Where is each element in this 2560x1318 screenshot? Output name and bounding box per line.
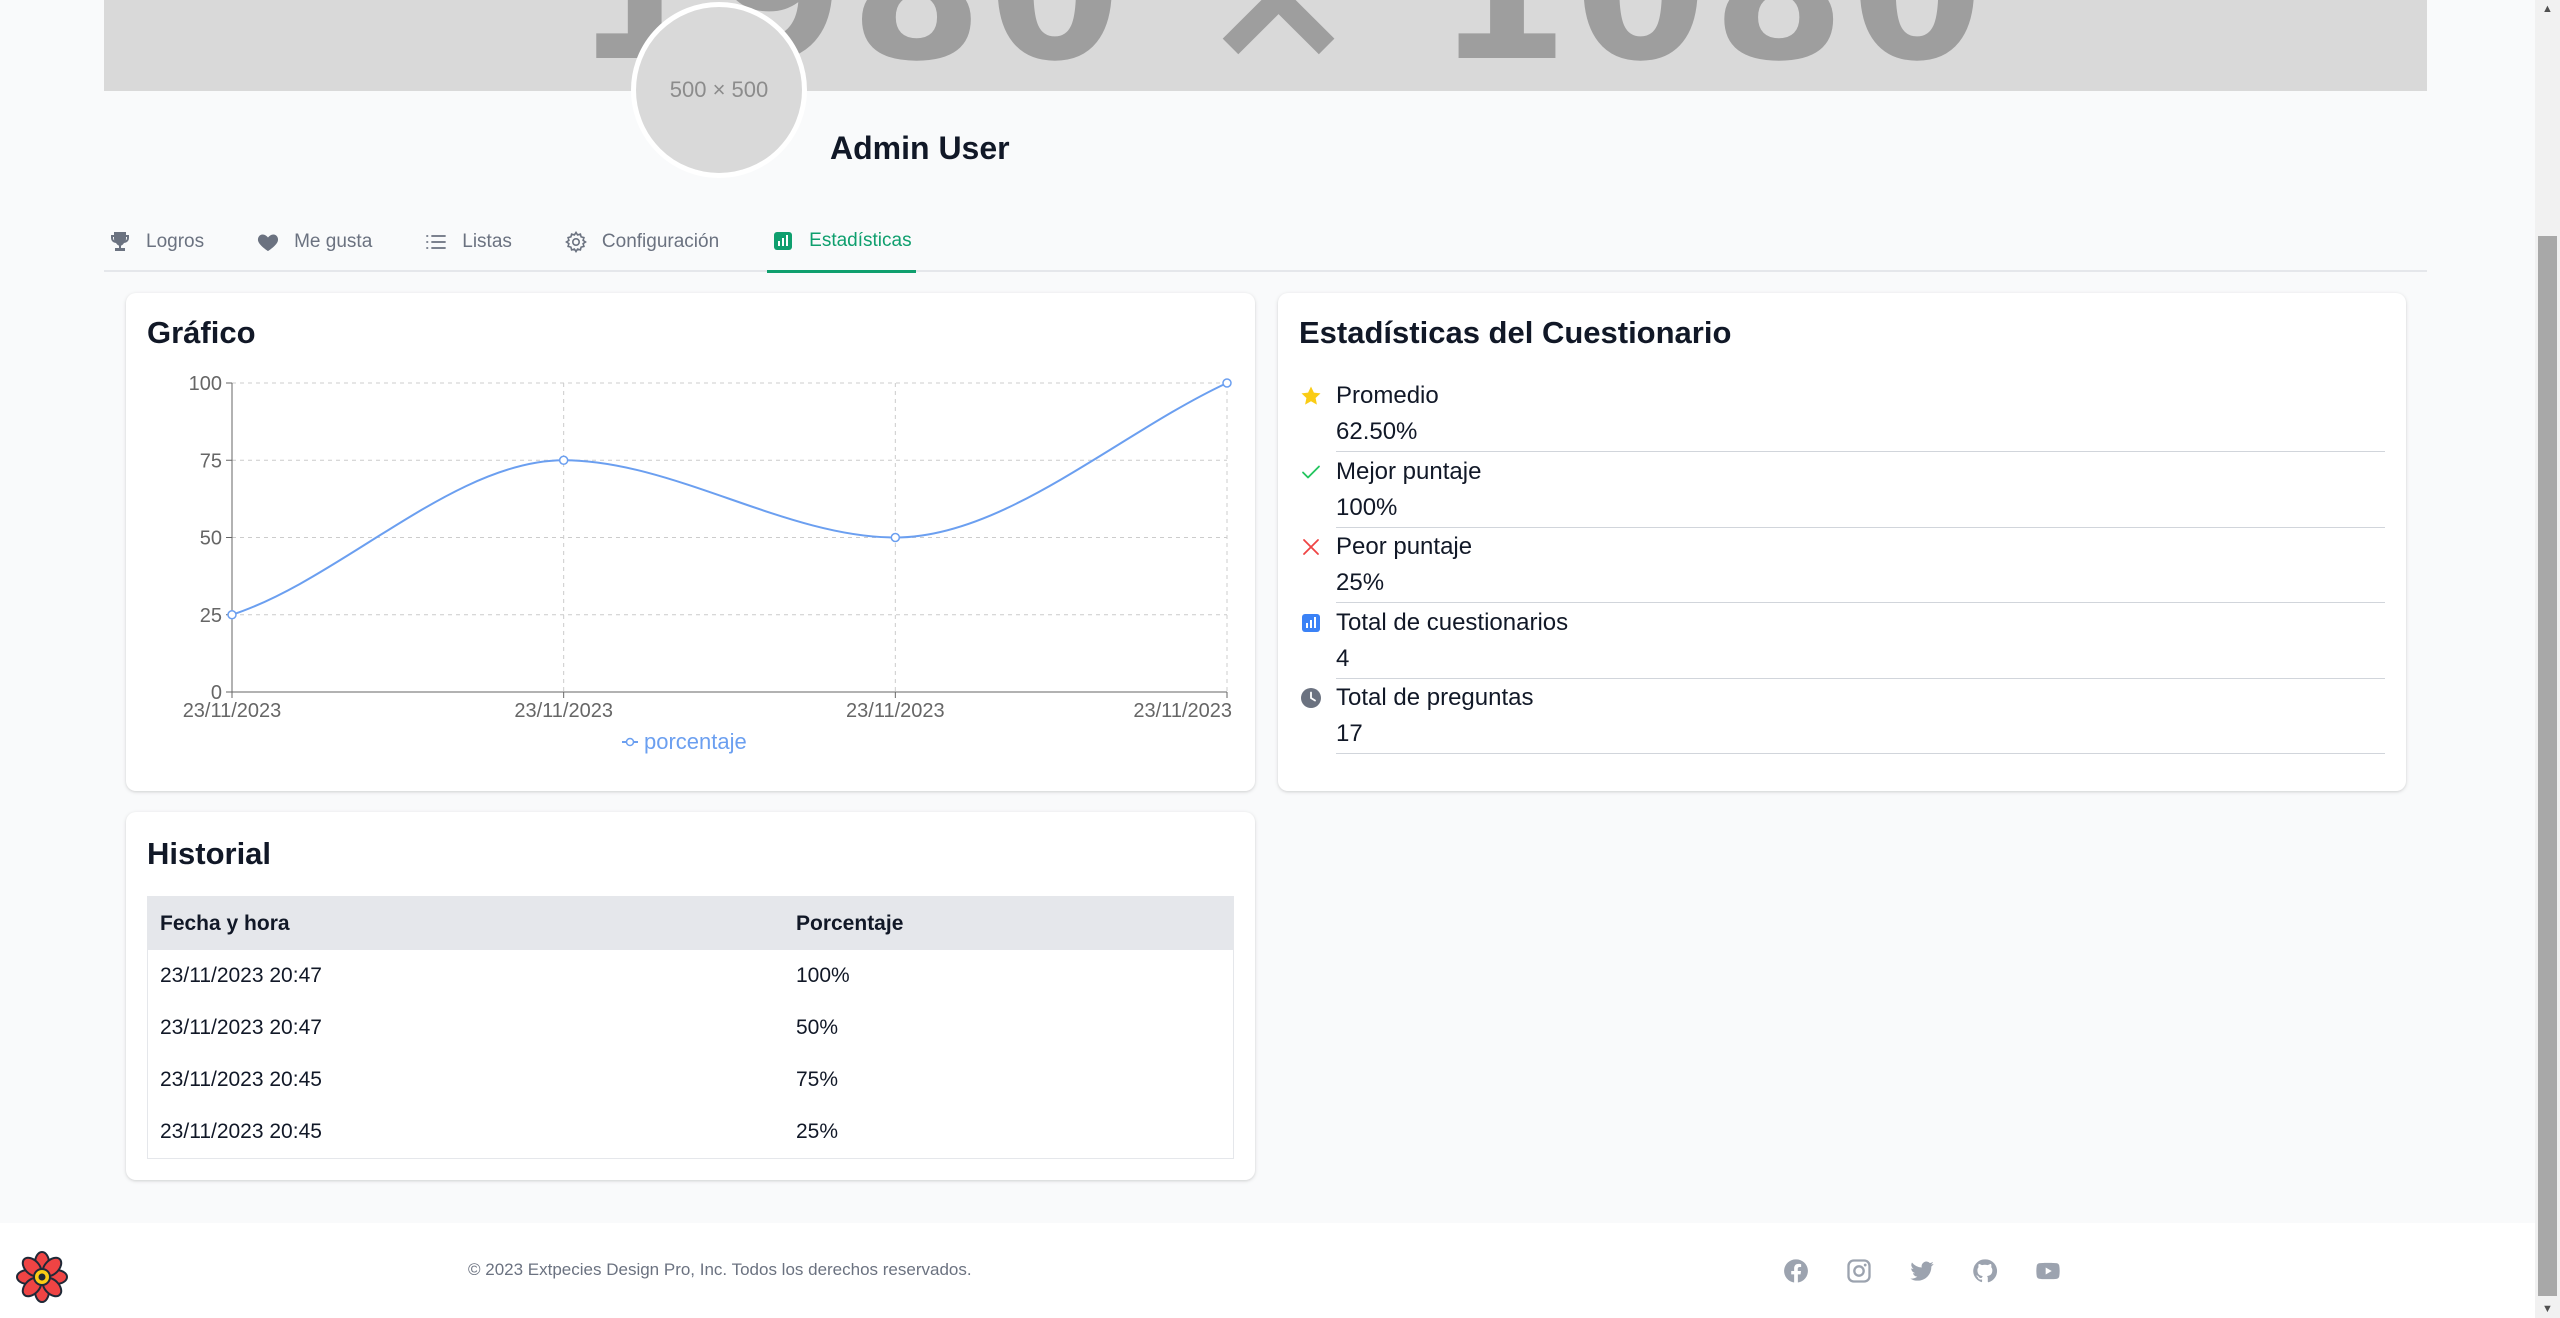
list-icon	[426, 235, 447, 249]
facebook-icon[interactable]	[1782, 1257, 1810, 1285]
stat-total-preguntas: Total de preguntas 17	[1299, 678, 2385, 754]
stat-label: Promedio	[1336, 382, 1439, 409]
x-tick-label: 23/11/2023	[1133, 700, 1232, 722]
stat-label: Total de preguntas	[1336, 684, 1534, 711]
cell-fecha: 23/11/2023 20:47	[160, 1016, 322, 1039]
stat-label: Mejor puntaje	[1336, 458, 1482, 485]
series-line	[231, 382, 1228, 616]
cell-porcentaje: 25%	[796, 1120, 839, 1143]
x-tick-label: 23/11/2023	[183, 700, 282, 722]
star-icon	[1301, 386, 1321, 405]
y-tick-label: 75	[200, 450, 222, 472]
stat-peor-puntaje: Peor puntaje 25%	[1299, 527, 2385, 603]
history-card: Historial Fecha y hora Porcentaje 23/11/…	[126, 812, 1255, 1180]
cell-porcentaje: 50%	[796, 1016, 839, 1039]
stat-label: Total de cuestionarios	[1336, 609, 1569, 636]
x-icon	[1303, 539, 1319, 555]
stat-total-cuestionarios: Total de cuestionarios 4	[1299, 603, 2385, 679]
y-tick-label: 50	[200, 528, 222, 550]
avatar-placeholder-text: 500 × 500	[669, 77, 769, 102]
profile-tabs: Logros Me gusta Listas Configuración Est…	[104, 212, 2427, 273]
chart-icon	[1302, 614, 1320, 632]
tab-label: Configuración	[601, 231, 720, 252]
x-tick-label: 23/11/2023	[514, 700, 613, 722]
tab-listas[interactable]: Listas	[420, 212, 516, 272]
divider	[1336, 753, 2385, 754]
stat-value: 62.50%	[1336, 418, 1418, 445]
scroll-up-arrow-icon[interactable]: ▲	[2535, 0, 2560, 18]
flower-logo-icon[interactable]	[16, 1251, 68, 1303]
y-tick-label: 100	[189, 373, 222, 395]
gear-icon	[564, 231, 587, 253]
stat-promedio: Promedio 62.50%	[1299, 376, 2385, 452]
stat-value: 100%	[1336, 494, 1398, 521]
data-point	[227, 610, 237, 620]
clock-icon	[1301, 688, 1321, 708]
scroll-thumb[interactable]	[2538, 236, 2557, 1296]
twitter-icon[interactable]	[1908, 1257, 1936, 1285]
data-point	[890, 532, 901, 543]
footer: © 2023 Extpecies Design Pro, Inc. Todos …	[0, 1223, 2535, 1318]
history-table: Fecha y hora Porcentaje 23/11/2023 20:47…	[147, 896, 1234, 1159]
github-icon[interactable]	[1971, 1257, 1999, 1285]
column-header-fecha: Fecha y hora	[160, 911, 290, 935]
cell-fecha: 23/11/2023 20:45	[160, 1120, 322, 1143]
stat-value: 25%	[1336, 569, 1385, 596]
data-point	[558, 455, 569, 465]
cell-fecha: 23/11/2023 20:47	[160, 964, 322, 987]
table-row: 23/11/2023 20:47 50%	[148, 1002, 1233, 1054]
tab-label: Logros	[146, 231, 205, 252]
history-card-title: Historial	[147, 836, 272, 871]
table-header: Fecha y hora Porcentaje	[148, 897, 1233, 950]
stat-value: 4	[1336, 645, 1350, 672]
tab-configuracion[interactable]: Configuración	[560, 212, 723, 272]
copyright-text: © 2023 Extpecies Design Pro, Inc. Todos …	[468, 1260, 972, 1279]
table-row: 23/11/2023 20:45 75%	[148, 1054, 1233, 1106]
table-row: 23/11/2023 20:47 100%	[148, 950, 1233, 1002]
chart-card: Gráfico 0 25 50 75 100 23/11/2023 23/11/2023 23…	[126, 293, 1255, 791]
stat-mejor-puntaje: Mejor puntaje 100%	[1299, 452, 2385, 528]
scroll-down-arrow-icon[interactable]: ▼	[2535, 1300, 2560, 1318]
cover-banner: 1980 × 1080	[104, 0, 2427, 91]
stat-value: 17	[1336, 720, 1363, 747]
trophy-icon	[111, 232, 129, 251]
tab-me-gusta[interactable]: Me gusta	[252, 212, 376, 272]
tab-label: Estadísticas	[809, 230, 912, 251]
y-tick-label: 25	[200, 605, 222, 627]
data-point	[1222, 378, 1232, 388]
youtube-icon[interactable]	[2034, 1257, 2062, 1285]
line-chart: 025507510023/11/2023 23/11/2023 23/11/2023…	[183, 373, 1232, 754]
cell-porcentaje: 100%	[796, 964, 850, 987]
instagram-icon[interactable]	[1845, 1257, 1873, 1285]
stats-card: Estadísticas del Cuestionario Promedio 6…	[1278, 293, 2406, 791]
profile-name: Admin User	[830, 130, 1010, 166]
cell-porcentaje: 75%	[796, 1068, 839, 1091]
tab-label: Listas	[462, 231, 512, 252]
check-icon	[1302, 465, 1320, 479]
heart-icon	[258, 234, 279, 251]
x-tick-label: 23/11/2023	[846, 700, 945, 722]
column-header-porcentaje: Porcentaje	[796, 911, 904, 935]
cell-fecha: 23/11/2023 20:45	[160, 1068, 322, 1091]
chart-icon	[774, 232, 793, 250]
legend-label: porcentaje	[644, 729, 747, 754]
tab-estadisticas[interactable]: Estadísticas	[767, 212, 916, 273]
tab-logros[interactable]: Logros	[104, 212, 208, 272]
legend-marker	[625, 737, 635, 747]
stat-label: Peor puntaje	[1336, 533, 1473, 560]
vertical-scrollbar[interactable]: ▲ ▼	[2535, 0, 2560, 1318]
stats-card-title: Estadísticas del Cuestionario	[1299, 315, 1732, 350]
tab-label: Me gusta	[294, 231, 373, 252]
avatar[interactable]: 500 × 500	[631, 2, 807, 178]
table-row: 23/11/2023 20:45 25%	[148, 1106, 1233, 1158]
